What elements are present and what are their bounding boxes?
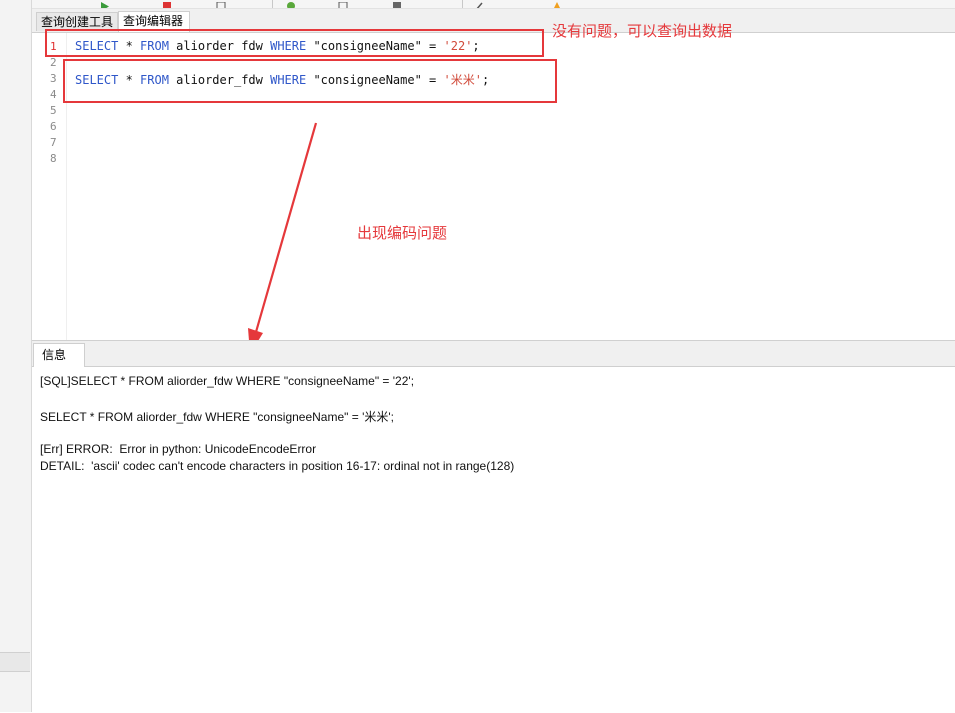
- line-number: 5: [50, 104, 57, 117]
- beautify-icon[interactable]: [474, 0, 484, 8]
- explain-icon[interactable]: [216, 0, 226, 8]
- left-panel-tab[interactable]: [0, 652, 30, 672]
- annotation-box-error: [63, 59, 557, 103]
- annotation-box-ok: [45, 29, 544, 57]
- message-detail: DETAIL: 'ascii' codec can't encode chara…: [40, 459, 515, 473]
- toolbar: [32, 0, 955, 9]
- annotation-ok-note: 没有问题，可以查询出数据: [552, 22, 733, 40]
- snippet-icon[interactable]: [552, 0, 562, 8]
- stop-icon[interactable]: [162, 0, 172, 8]
- save-icon[interactable]: [392, 0, 402, 8]
- info-tabbar: 信息: [32, 341, 955, 367]
- message-sql-1: [SQL]SELECT * FROM aliorder_fdw WHERE "c…: [40, 374, 415, 388]
- toolbar-separator: [462, 0, 463, 8]
- new-query-icon[interactable]: [286, 0, 296, 8]
- line-number: 8: [50, 152, 57, 165]
- toolbar-separator: [272, 0, 273, 8]
- line-number-gutter: 1 2 3 4 5 6 7 8: [32, 33, 67, 340]
- line-number: 7: [50, 136, 57, 149]
- left-panel-strip: [0, 0, 32, 712]
- line-number: 6: [50, 120, 57, 133]
- load-icon[interactable]: [338, 0, 348, 8]
- info-panel: 信息 [SQL]SELECT * FROM aliorder_fdw WHERE…: [32, 340, 955, 713]
- annotation-encoding-note: 出现编码问题: [357, 224, 448, 242]
- message-error: [Err] ERROR: Error in python: UnicodeEnc…: [40, 442, 317, 456]
- line-number: 4: [50, 88, 57, 101]
- tab-info[interactable]: 信息: [33, 343, 85, 367]
- line-number: 3: [50, 72, 57, 85]
- run-icon[interactable]: [100, 0, 110, 8]
- line-number: 2: [50, 56, 57, 69]
- message-sql-2: SELECT * FROM aliorder_fdw WHERE "consig…: [40, 410, 394, 424]
